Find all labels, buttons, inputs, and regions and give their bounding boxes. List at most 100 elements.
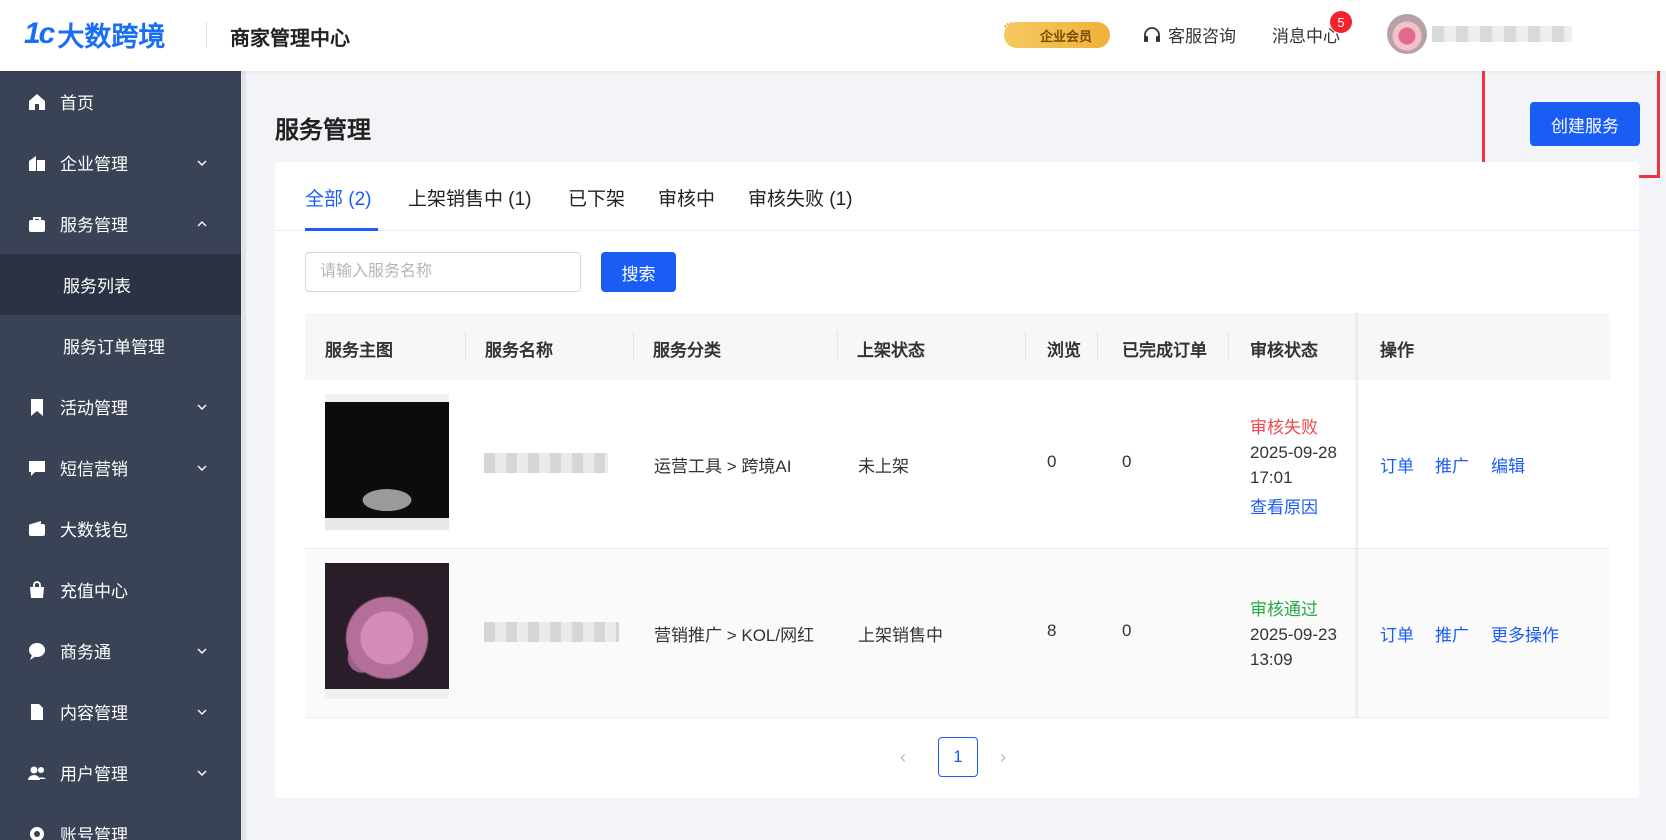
username-blurred[interactable]: [1432, 26, 1572, 42]
orders-link[interactable]: 订单: [1380, 621, 1414, 646]
building-icon: [29, 155, 45, 171]
users-icon: [28, 766, 46, 780]
review-time: 17:01: [1250, 468, 1293, 487]
column-divider: [1097, 331, 1098, 361]
sidebar: 首页 企业管理 服务管理 服务列表 服务订单管理 活动管理 短信营销 大数钱包 …: [0, 71, 241, 840]
review-date: 2025-09-23: [1250, 625, 1337, 644]
sidebar-item-sms-marketing[interactable]: 短信营销: [0, 437, 241, 498]
home-icon: [29, 93, 45, 110]
page-number-current[interactable]: 1: [938, 737, 978, 777]
column-divider: [837, 331, 838, 361]
logo[interactable]: 1c 大数跨境: [24, 14, 165, 54]
tab-delisted[interactable]: 已下架: [568, 184, 625, 211]
sidebar-scrollbar[interactable]: [241, 71, 246, 840]
sidebar-item-label: 商务通: [60, 643, 111, 662]
sidebar-item-label: 服务管理: [60, 216, 128, 235]
tab-review-failed[interactable]: 审核失败 (1): [748, 184, 853, 211]
promote-link[interactable]: 推广: [1435, 621, 1469, 646]
service-name-search-input[interactable]: [305, 252, 581, 292]
create-service-button[interactable]: 创建服务: [1530, 102, 1640, 146]
view-reason-link[interactable]: 查看原因: [1250, 493, 1318, 518]
service-thumbnail[interactable]: [325, 394, 449, 530]
column-header: 服务分类: [653, 341, 721, 360]
orders-link[interactable]: 订单: [1380, 452, 1414, 477]
column-header: 浏览: [1047, 341, 1081, 360]
sidebar-item-label: 充值中心: [60, 582, 128, 601]
column-header: 审核状态: [1250, 341, 1318, 360]
gear-icon: [30, 826, 44, 840]
sidebar-item-home[interactable]: 首页: [0, 71, 241, 132]
column-divider: [1025, 331, 1026, 361]
chevron-down-icon: [197, 465, 207, 471]
sidebar-item-recharge[interactable]: 充值中心: [0, 559, 241, 620]
completed-orders: 0: [1122, 621, 1132, 640]
chevron-down-icon: [197, 709, 207, 715]
headset-icon: [1144, 26, 1160, 42]
sidebar-item-wallet[interactable]: 大数钱包: [0, 498, 241, 559]
sidebar-item-label: 企业管理: [60, 155, 128, 174]
sidebar-item-users[interactable]: 用户管理: [0, 742, 241, 803]
bag-icon: [30, 580, 44, 598]
chevron-left-icon[interactable]: ‹: [900, 747, 916, 767]
chevron-down-icon: [197, 160, 207, 166]
avatar[interactable]: [1387, 14, 1427, 54]
column-header: 上架状态: [857, 341, 925, 360]
search-button[interactable]: 搜索: [601, 252, 676, 292]
chevron-right-icon[interactable]: ›: [1000, 747, 1016, 767]
active-tab-indicator: [305, 228, 378, 231]
review-status: 审核失败: [1250, 418, 1318, 437]
chevron-down-icon: [197, 648, 207, 654]
sidebar-item-label: 活动管理: [60, 399, 128, 418]
chevron-down-icon: [197, 770, 207, 776]
promote-link[interactable]: 推广: [1435, 452, 1469, 477]
service-thumbnail[interactable]: [325, 563, 449, 699]
top-header: 1c 大数跨境 商家管理中心 ♛ 企业会员 客服咨询 消息中心 5: [0, 0, 1666, 71]
column-header: 服务名称: [485, 341, 553, 360]
wallet-icon: [29, 520, 45, 536]
sidebar-item-label: 短信营销: [60, 460, 128, 479]
page-title: 服务管理: [275, 117, 371, 144]
sidebar-item-label: 用户管理: [60, 765, 128, 784]
document-icon: [31, 703, 43, 720]
sidebar-item-content[interactable]: 内容管理: [0, 681, 241, 742]
status-tabs: 全部 (2) 上架销售中 (1) 已下架 审核中 审核失败 (1): [275, 162, 1639, 231]
sidebar-subitem-service-list[interactable]: 服务列表: [0, 254, 241, 315]
chevron-up-icon: [197, 220, 207, 226]
column-divider: [465, 331, 466, 361]
sidebar-item-business-chat[interactable]: 商务通: [0, 620, 241, 681]
column-divider: [1228, 331, 1229, 361]
sidebar-item-services[interactable]: 服务管理: [0, 193, 241, 254]
message-icon: [29, 460, 45, 476]
sidebar-item-activities[interactable]: 活动管理: [0, 376, 241, 437]
vip-badge[interactable]: 企业会员: [1004, 22, 1110, 48]
pagination: ‹ 1 ›: [275, 737, 1639, 777]
table-header: 服务主图 服务名称 服务分类 上架状态 浏览 已完成订单 审核状态 操作: [305, 313, 1610, 380]
review-time: 13:09: [1250, 650, 1293, 669]
review-date: 2025-09-28: [1250, 443, 1337, 462]
logo-mark: 1c: [24, 17, 55, 50]
tab-reviewing[interactable]: 审核中: [658, 184, 715, 211]
listing-status: 上架销售中: [858, 626, 943, 645]
app-title: 商家管理中心: [230, 28, 350, 50]
sidebar-subitem-service-orders[interactable]: 服务订单管理: [0, 315, 241, 376]
sidebar-item-account[interactable]: 账号管理: [0, 803, 241, 840]
more-actions-link[interactable]: 更多操作: [1491, 621, 1559, 646]
briefcase-icon: [29, 216, 45, 232]
view-count: 0: [1047, 452, 1057, 471]
service-name-blurred: [484, 453, 608, 473]
column-divider: [633, 331, 634, 361]
message-count-badge: 5: [1330, 11, 1352, 33]
completed-orders: 0: [1122, 452, 1132, 471]
chat-icon: [29, 642, 45, 660]
logo-text: 大数跨境: [57, 21, 166, 52]
column-header: 服务主图: [325, 341, 393, 360]
bookmark-icon: [31, 398, 43, 416]
review-status: 审核通过: [1250, 600, 1318, 619]
tab-on-sale[interactable]: 上架销售中 (1): [408, 184, 532, 211]
sidebar-item-enterprise[interactable]: 企业管理: [0, 132, 241, 193]
edit-link[interactable]: 编辑: [1491, 452, 1525, 477]
tab-all[interactable]: 全部 (2): [305, 184, 372, 211]
customer-service-link[interactable]: 客服咨询: [1142, 22, 1236, 47]
service-list-card: 全部 (2) 上架销售中 (1) 已下架 审核中 审核失败 (1) 搜索 服务主…: [275, 162, 1639, 798]
chevron-down-icon: [197, 404, 207, 410]
